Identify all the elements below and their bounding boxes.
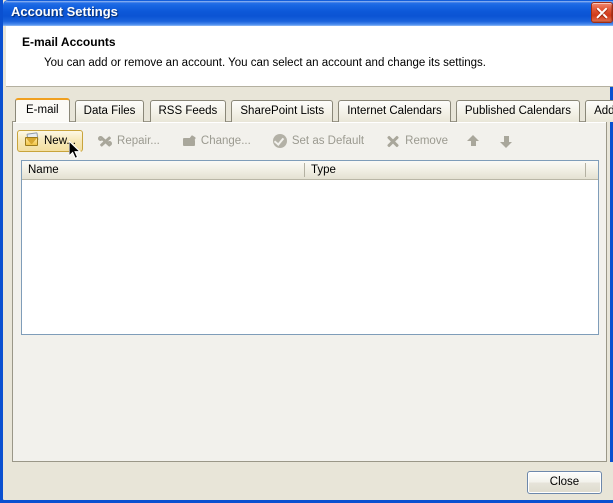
page-title: E-mail Accounts (22, 35, 116, 49)
tab-strip: E-mail Data Files RSS Feeds SharePoint L… (15, 98, 613, 122)
accounts-list-body[interactable] (22, 180, 598, 334)
tab-address-books[interactable]: Address Books (585, 100, 613, 122)
repair-account-label: Repair... (117, 135, 160, 147)
tab-published-calendars[interactable]: Published Calendars (455, 100, 580, 122)
tab-panel-email: New... Repair... Change... Set as Defaul… (12, 121, 607, 462)
wrench-icon-head-1 (98, 136, 104, 141)
wrench-icon (97, 133, 113, 149)
window-title: Account Settings (11, 4, 118, 19)
new-account-label: New... (44, 135, 76, 147)
set-as-default-button[interactable]: Set as Default (265, 130, 371, 152)
panel-top-highlight (13, 122, 606, 123)
titlebar-highlight (5, 1, 613, 3)
column-header-type-label: Type (311, 164, 336, 176)
arrow-down-icon-head (500, 142, 513, 148)
move-up-button[interactable] (462, 130, 490, 152)
column-header-name-label: Name (28, 164, 59, 176)
arrow-down-icon (499, 133, 515, 149)
accounts-list-header: Name Type (22, 161, 598, 180)
remove-account-button[interactable]: Remove (378, 130, 455, 152)
new-mail-icon (24, 132, 40, 149)
tab-data-files[interactable]: Data Files (74, 100, 145, 122)
repair-account-button[interactable]: Repair... (90, 130, 167, 152)
close-button[interactable]: Close (527, 471, 602, 494)
tab-email[interactable]: E-mail (15, 98, 70, 122)
change-account-button[interactable]: Change... (174, 130, 258, 152)
pencil-icon (181, 133, 197, 149)
tab-rss-feeds[interactable]: RSS Feeds (149, 100, 227, 122)
title-bar: Account Settings (3, 0, 613, 26)
new-account-button[interactable]: New... (17, 130, 83, 152)
accounts-toolbar: New... Repair... Change... Set as Defaul… (17, 130, 597, 154)
column-header-name[interactable]: Name (22, 161, 305, 179)
set-as-default-label: Set as Default (291, 135, 365, 147)
accounts-list[interactable]: Name Type (21, 160, 599, 335)
remove-account-label: Remove (405, 135, 448, 147)
column-header-type[interactable]: Type (305, 161, 586, 179)
dialog-footer: Close (6, 462, 613, 500)
tab-sharepoint-lists[interactable]: SharePoint Lists (231, 100, 334, 122)
close-icon[interactable] (591, 2, 613, 23)
column-header-filler (586, 161, 599, 179)
arrow-up-icon (466, 133, 482, 149)
arrow-up-icon-stem (471, 139, 477, 146)
remove-x-icon (385, 133, 401, 149)
account-settings-dialog: Account Settings E-mail Accounts You can… (0, 0, 613, 503)
move-down-button[interactable] (495, 130, 523, 152)
change-account-label: Change... (200, 135, 251, 147)
check-circle-icon (272, 133, 288, 149)
dialog-header: E-mail Accounts You can add or remove an… (6, 26, 613, 87)
wrench-icon-head-2 (107, 141, 113, 146)
page-subtitle: You can add or remove an account. You ca… (44, 57, 486, 69)
tab-internet-calendars[interactable]: Internet Calendars (338, 100, 451, 122)
new-mail-icon-flap (26, 138, 37, 144)
